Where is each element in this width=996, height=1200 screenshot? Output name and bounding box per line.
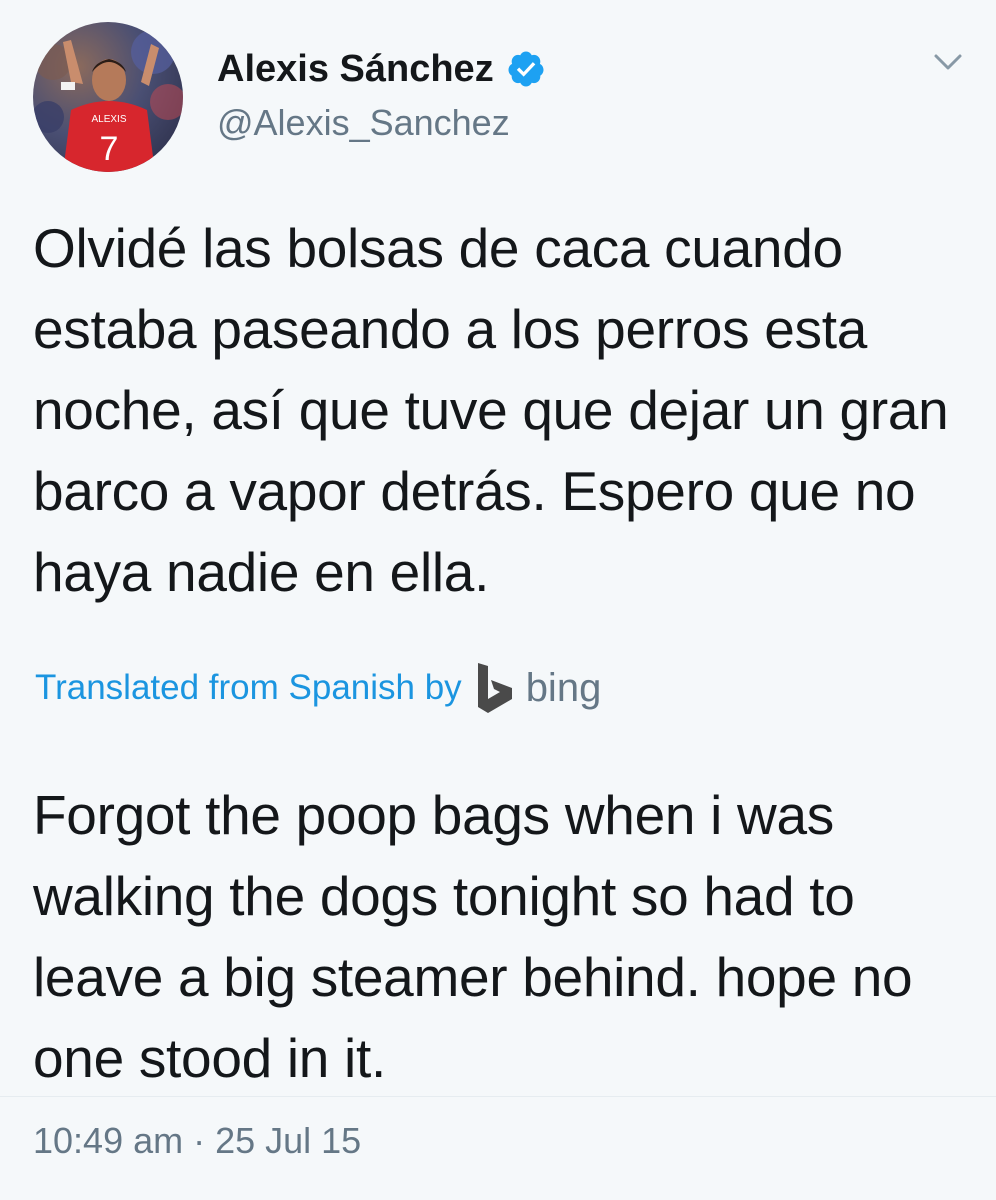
tweet-translated-text: Forgot the poop bags when i was walking … [33, 784, 913, 1089]
bing-logo-icon [477, 663, 512, 713]
tweet: ALEXIS 7 Alexis Sánchez @Alexis_Sanchez … [0, 0, 996, 1200]
tweet-original-text: Olvidé las bolsas de caca cuando estaba … [33, 217, 949, 603]
avatar-jersey-number: 7 [100, 130, 119, 168]
translation-service: bing [525, 665, 602, 710]
verified-badge-icon [508, 51, 544, 87]
chevron-down-icon[interactable] [930, 48, 966, 76]
divider [0, 1096, 996, 1097]
avatar-image: ALEXIS 7 [33, 22, 183, 172]
author-display-name[interactable]: Alexis Sánchez [217, 46, 546, 92]
tweet-timestamp[interactable]: 10:49 am · 25 Jul 15 [33, 1118, 361, 1164]
author-handle[interactable]: @Alexis_Sanchez [217, 100, 510, 146]
translation-notice: Translated from Spanish by [35, 668, 462, 707]
avatar-jersey-name: ALEXIS [91, 114, 126, 125]
display-name-text: Alexis Sánchez [217, 48, 494, 90]
author-avatar[interactable]: ALEXIS 7 [33, 22, 183, 172]
translation-attribution[interactable]: Translated from Spanish by bing [35, 660, 601, 716]
